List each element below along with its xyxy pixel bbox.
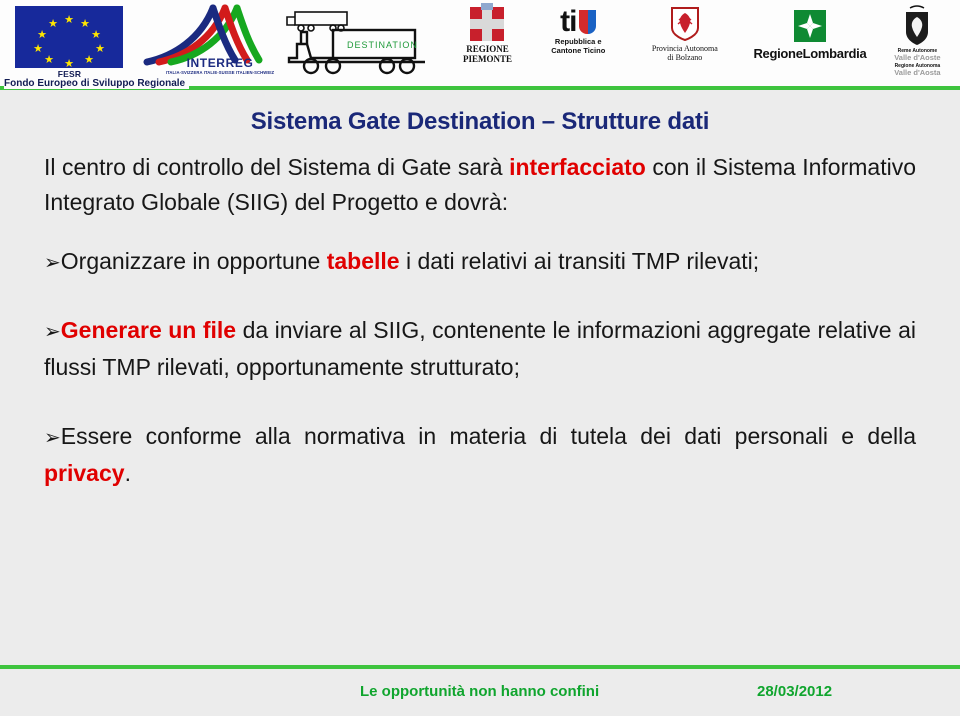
ticino-shield-icon xyxy=(579,10,597,34)
footer-divider xyxy=(0,665,960,669)
vda-line2: Valle d'Aoste xyxy=(894,53,941,62)
lombardia-rose-icon xyxy=(793,10,826,42)
bullet1-pre: Organizzare in opportune xyxy=(60,248,327,274)
intro-paragraph: Il centro di controllo del Sistema di Ga… xyxy=(44,150,916,220)
provincia-bolzano-logo: Provincia Autonoma di Bolzano xyxy=(625,0,745,62)
slide-footer: Le opportunità non hanno confini 28/03/2… xyxy=(0,683,960,707)
lombardia-wordmark: RegioneLombardia xyxy=(753,46,867,61)
interreg-wordmark: INTERREG xyxy=(186,56,254,70)
slide: ★ ★ ★ ★ ★ ★ ★ ★ ★ ★ FESR INTERREG ITALIA… xyxy=(0,0,960,716)
svg-text:★: ★ xyxy=(65,14,75,26)
list-item: ➢Organizzare in opportune tabelle i dati… xyxy=(44,244,916,281)
bullet2-highlight: Generare un file xyxy=(60,317,237,343)
valle-aosta-logo: Reme Autonome Valle d'Aoste Regione Auto… xyxy=(875,0,960,77)
piemonte-caption: REGIONE PIEMONTE xyxy=(463,44,512,64)
bolzano-caption: Provincia Autonoma di Bolzano xyxy=(652,44,718,62)
truck-icon: DESTINATION xyxy=(286,11,425,75)
list-item: ➢Generare un file da inviare al SIIG, co… xyxy=(44,313,916,385)
bolzano-line2: di Bolzano xyxy=(667,53,703,62)
svg-text:★: ★ xyxy=(49,18,59,30)
ticino-wordmark: ti xyxy=(560,5,577,38)
fesr-strip-caption: Fondo Europeo di Sviluppo Regionale xyxy=(4,78,190,89)
regione-piemonte-logo: REGIONE PIEMONTE xyxy=(443,0,532,64)
interreg-logo: INTERREG ITALIA-SVIZZERA ITALIE-SUISSE I… xyxy=(139,0,275,75)
piemonte-line2: PIEMONTE xyxy=(462,54,512,64)
bullet-arrow-icon: ➢ xyxy=(44,252,61,274)
eu-stars-icon: ★ ★ ★ ★ ★ ★ ★ ★ ★ ★ xyxy=(34,14,106,70)
bullet1-highlight: tabelle xyxy=(326,248,400,274)
destination-wordmark: DESTINATION xyxy=(347,40,418,50)
eu-flag-logo: ★ ★ ★ ★ ★ ★ ★ ★ ★ ★ FESR xyxy=(0,0,139,79)
svg-text:★: ★ xyxy=(65,58,75,68)
ticino-line2: Cantone Ticino xyxy=(551,45,606,55)
piemonte-line1: REGIONE xyxy=(466,44,509,54)
footer-motto: Le opportunità non hanno confini xyxy=(360,683,600,700)
bolzano-eagle-icon xyxy=(670,7,699,42)
bullet1-post: i dati relativi ai transiti TMP rilevati… xyxy=(399,248,760,274)
partner-logo-bar: ★ ★ ★ ★ ★ ★ ★ ★ ★ ★ FESR INTERREG ITALIA… xyxy=(0,0,960,88)
regione-lombardia-logo: RegioneLombardia xyxy=(745,0,875,61)
piemonte-crest-icon xyxy=(470,3,505,41)
interreg-subtitle: ITALIA-SVIZZERA ITALIE-SUISSE ITALIEN-SC… xyxy=(165,70,275,75)
canton-ticino-logo: ti Repubblica e Cantone Ticino xyxy=(532,0,625,55)
svg-text:★: ★ xyxy=(85,54,95,66)
bullet-arrow-icon: ➢ xyxy=(44,321,61,343)
page-title: Sistema Gate Destination – Strutture dat… xyxy=(250,108,710,135)
intro-highlight: interfacciato xyxy=(509,154,646,180)
bolzano-line1: Provincia Autonoma xyxy=(651,44,718,53)
ticino-caption: Repubblica e Cantone Ticino xyxy=(551,37,606,55)
svg-text:★: ★ xyxy=(92,29,102,41)
svg-text:★: ★ xyxy=(34,43,44,55)
slide-body: Il centro di controllo del Sistema di Ga… xyxy=(44,150,916,491)
eu-flag-icon: ★ ★ ★ ★ ★ ★ ★ ★ ★ ★ xyxy=(15,6,124,70)
bullet3-post: . xyxy=(124,460,131,486)
bullet3-highlight: privacy xyxy=(44,460,125,486)
svg-text:★: ★ xyxy=(81,18,91,30)
destination-truck-logo: DESTINATION xyxy=(275,0,443,82)
svg-text:★: ★ xyxy=(96,43,106,55)
slide-content: Sistema Gate Destination – Strutture dat… xyxy=(0,92,960,491)
bullet-arrow-icon: ➢ xyxy=(44,427,61,449)
svg-text:★: ★ xyxy=(45,54,55,66)
intro-part1: Il centro di controllo del Sistema di Ga… xyxy=(44,154,510,180)
footer-date: 28/03/2012 xyxy=(757,683,833,700)
bullet3-pre: Essere conforme alla normativa in materi… xyxy=(60,423,916,449)
valle-aosta-crest-icon xyxy=(906,5,929,45)
vda-line4: Valle d'Aosta xyxy=(894,67,941,77)
svg-text:★: ★ xyxy=(38,29,48,41)
list-item: ➢Essere conforme alla normativa in mater… xyxy=(44,419,916,491)
